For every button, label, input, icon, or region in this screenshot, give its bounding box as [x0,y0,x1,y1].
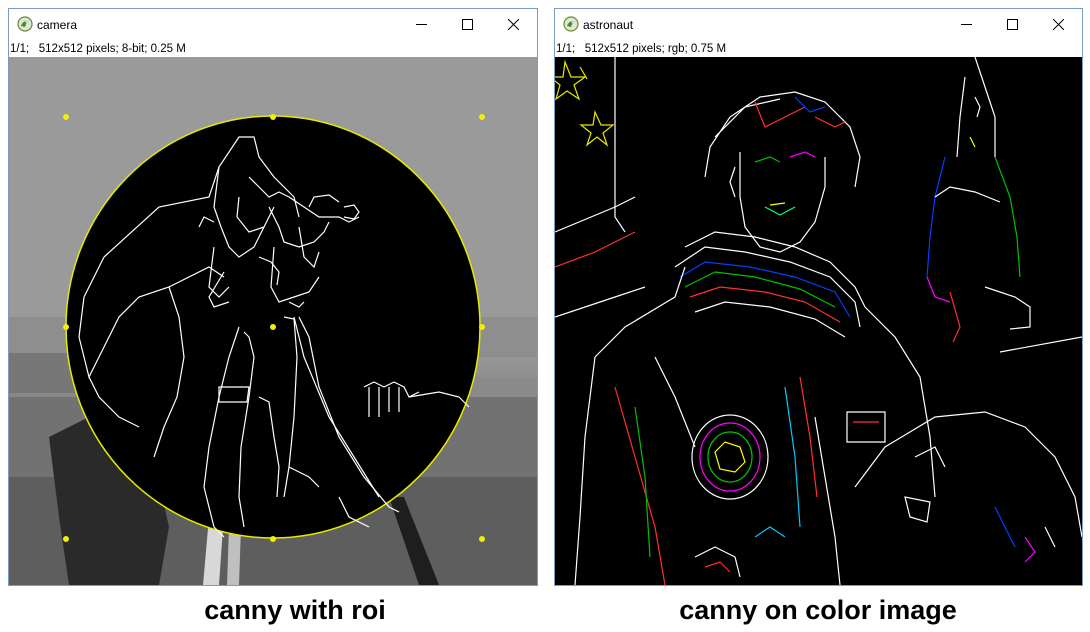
app-logo-icon [563,16,579,32]
minimize-icon [961,24,972,25]
window-astronaut[interactable]: astronaut 1/1; 512x512 pixels; rgb; 0.75… [554,8,1083,586]
minimize-button[interactable] [399,9,445,40]
image-content [9,57,537,585]
window-camera[interactable]: camera 1/1; 512x512 pixels; 8-bit; 0.25 … [8,8,538,586]
image-content [555,57,1082,585]
window-title: camera [37,18,78,32]
maximize-button[interactable] [445,9,491,40]
close-icon [508,19,519,30]
window-title: astronaut [583,18,634,32]
image-canvas[interactable] [9,57,537,585]
image-canvas[interactable] [555,57,1082,585]
app-logo-icon [17,16,33,32]
image-info: 1/1; 512x512 pixels; 8-bit; 0.25 M [10,43,186,55]
minimize-icon [416,24,427,25]
close-icon [1053,19,1064,30]
maximize-button[interactable] [990,9,1036,40]
titlebar[interactable]: camera [9,9,537,40]
edge-lines [555,57,1082,585]
minimize-button[interactable] [944,9,990,40]
caption-left: canny with roi [204,595,386,625]
image-info: 1/1; 512x512 pixels; rgb; 0.75 M [556,43,727,55]
maximize-icon [462,19,473,30]
titlebar[interactable]: astronaut [555,9,1082,40]
close-button[interactable] [1036,9,1082,40]
close-button[interactable] [491,9,537,40]
caption-right: canny on color image [679,595,957,625]
maximize-icon [1007,19,1018,30]
